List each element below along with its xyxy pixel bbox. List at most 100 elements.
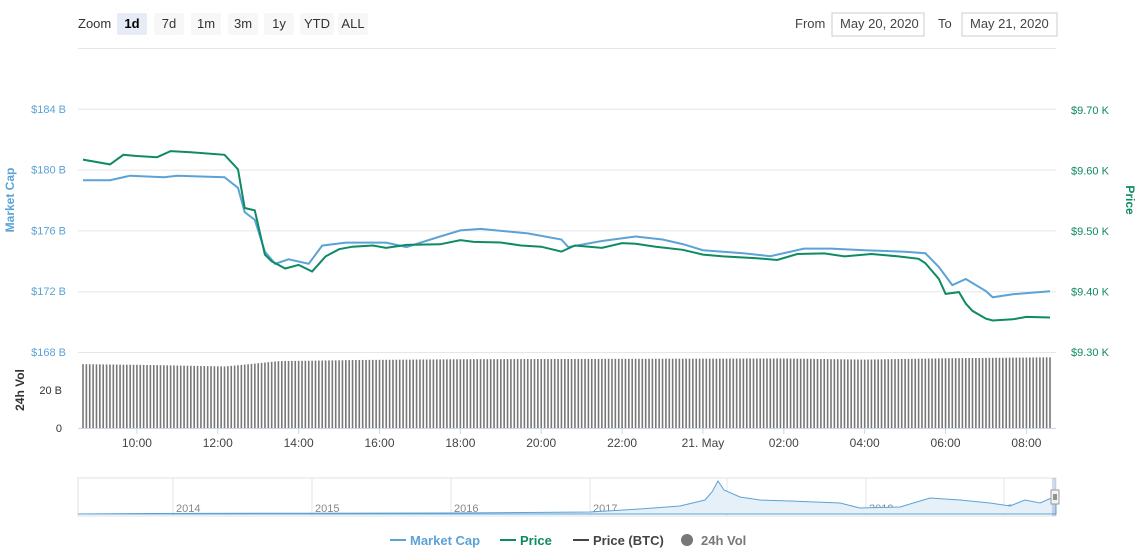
volume-bar xyxy=(580,358,583,428)
x-axis-tick-label: 10:00 xyxy=(122,436,152,450)
volume-bar xyxy=(328,360,330,428)
volume-bar xyxy=(92,364,94,428)
volume-bar xyxy=(611,358,613,428)
from-label: From xyxy=(795,16,825,31)
volume-bar xyxy=(412,359,414,428)
volume-bar xyxy=(190,365,192,428)
volume-bar xyxy=(1008,357,1011,428)
volume-bar xyxy=(614,358,617,428)
volume-bar xyxy=(365,359,367,428)
volume-bar xyxy=(897,359,900,428)
volume-bar xyxy=(1028,357,1031,428)
volume-bar xyxy=(991,357,994,428)
volume-bar xyxy=(537,359,539,428)
volume-bar xyxy=(783,358,785,428)
volume-bar xyxy=(739,358,741,428)
x-axis-tick-label: 16:00 xyxy=(364,436,394,450)
volume-bar xyxy=(530,359,532,428)
volume-bar xyxy=(102,364,105,428)
volume-bar xyxy=(843,359,846,428)
volume-bar xyxy=(388,359,391,428)
volume-bar xyxy=(594,358,596,428)
volume-bar xyxy=(375,359,377,428)
volume-bar xyxy=(951,358,954,428)
navigator[interactable]: 2014201520162017201820192020 xyxy=(77,477,1060,517)
volume-bar xyxy=(446,359,448,428)
legend-item-market-cap[interactable]: Market Cap xyxy=(410,533,480,548)
zoom-button-label[interactable]: 3m xyxy=(234,16,252,31)
volume-bar xyxy=(1022,357,1024,428)
volume-bar xyxy=(732,358,735,428)
volume-bar xyxy=(358,359,361,428)
right-axis-tick-label: $9.60 K xyxy=(1071,166,1110,178)
legend-volume-marker xyxy=(681,534,693,546)
volume-bar xyxy=(270,361,273,428)
volume-bar xyxy=(830,359,832,428)
navigator-handle[interactable] xyxy=(1050,489,1060,505)
volume-bar xyxy=(772,358,775,428)
volume-bar xyxy=(931,358,933,428)
volume-bar xyxy=(297,360,300,428)
volume-bar xyxy=(698,358,701,428)
volume-bar xyxy=(607,358,610,428)
volume-bar xyxy=(887,359,890,428)
legend-item-24h-vol[interactable]: 24h Vol xyxy=(701,533,746,548)
volume-bar xyxy=(126,364,128,428)
volume-bar xyxy=(1002,357,1004,428)
zoom-button-label[interactable]: ALL xyxy=(341,16,364,31)
volume-bar xyxy=(284,361,286,428)
volume-bar xyxy=(948,358,950,428)
volume-bar xyxy=(634,358,637,428)
volume-bar xyxy=(601,358,603,428)
volume-bar xyxy=(1032,357,1034,428)
volume-bar xyxy=(452,359,455,428)
zoom-button-label[interactable]: 1y xyxy=(272,16,286,31)
x-axis-tick-label: 18:00 xyxy=(445,436,475,450)
volume-bar xyxy=(641,358,644,428)
volume-bar xyxy=(132,364,135,428)
volume-bar xyxy=(985,357,987,428)
volume-bar xyxy=(220,366,222,428)
x-axis-tick-label: 14:00 xyxy=(284,436,314,450)
left-axis-tick-label: $176 B xyxy=(31,225,66,237)
volume-bar xyxy=(796,358,799,428)
volume-bar xyxy=(119,364,121,428)
from-date-input[interactable]: May 20, 2020 xyxy=(840,16,919,31)
volume-bar xyxy=(496,359,499,428)
volume-bar xyxy=(567,358,569,428)
to-date-input[interactable]: May 21, 2020 xyxy=(970,16,1049,31)
volume-bar xyxy=(907,358,910,428)
volume-bar xyxy=(1012,357,1014,428)
volume-bar xyxy=(429,359,431,428)
legend-item-price[interactable]: Price xyxy=(520,533,552,548)
volume-bar xyxy=(301,360,303,428)
volume-bar xyxy=(105,364,108,428)
zoom-button-label[interactable]: 1d xyxy=(124,16,139,31)
volume-bar xyxy=(867,359,869,428)
volume-bar xyxy=(1005,357,1007,428)
volume-bar xyxy=(473,359,475,428)
volume-bar xyxy=(540,359,543,428)
zoom-label: Zoom xyxy=(78,16,111,31)
volume-bar xyxy=(395,359,398,428)
volume-axis-title: 24h Vol xyxy=(13,369,27,411)
volume-bar xyxy=(513,359,516,428)
zoom-button-label[interactable]: YTD xyxy=(304,16,330,31)
volume-bar xyxy=(934,358,937,428)
x-axis-tick-label: 21. May xyxy=(682,436,725,450)
left-axis-tick-label: $180 B xyxy=(31,165,66,177)
volume-bar xyxy=(574,358,576,428)
volume-bar xyxy=(489,359,492,428)
chart-canvas: Zoom 1d 7d 1m 3m 1y YTD ALL From May 20, 2020 … xyxy=(3,12,1137,548)
zoom-button-label[interactable]: 1m xyxy=(197,16,215,31)
volume-bar xyxy=(873,359,876,428)
zoom-button-label[interactable]: 7d xyxy=(162,16,176,31)
legend-item-price-btc[interactable]: Price (BTC) xyxy=(593,533,664,548)
volume-bar xyxy=(776,358,778,428)
volume-bar xyxy=(1049,357,1051,428)
volume-bar xyxy=(122,364,125,428)
left-axis-tick-label: $168 B xyxy=(31,347,66,359)
volume-bar xyxy=(506,359,509,428)
volume-bar xyxy=(88,364,91,428)
to-label: To xyxy=(938,16,952,31)
